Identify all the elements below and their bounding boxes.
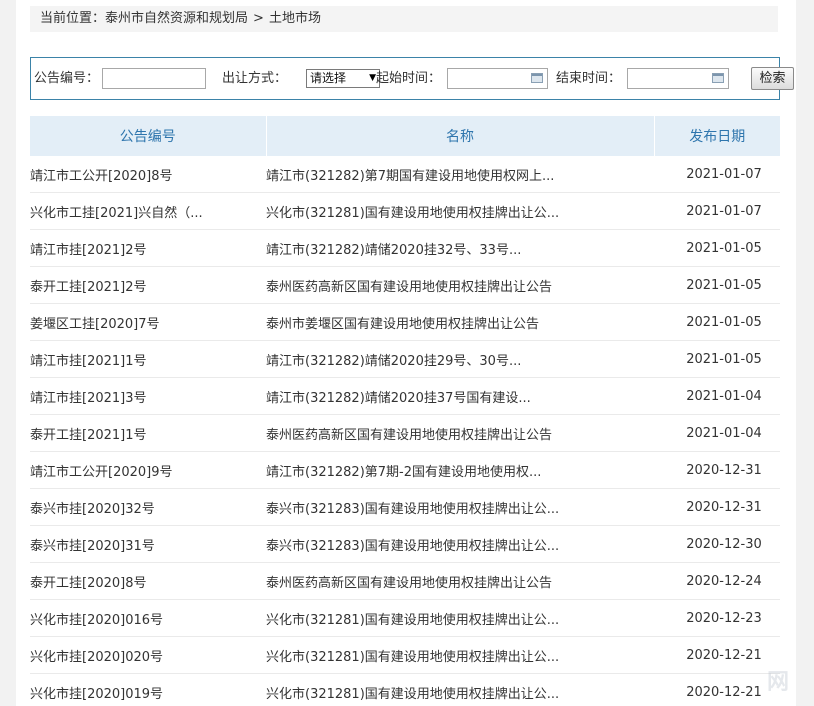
table-row[interactable]: 兴化市挂[2020]016号 兴化市(321281)国有建设用地使用权挂牌出让公.… (30, 599, 780, 637)
notice-no-cell: 泰开工挂[2021]1号 (30, 414, 266, 452)
table-row[interactable]: 姜堰区工挂[2020]7号 泰州市姜堰区国有建设用地使用权挂牌出让公告 2021-0… (30, 303, 780, 341)
notice-title-link[interactable]: 泰州市姜堰区国有建设用地使用权挂牌出让公告 (266, 303, 654, 341)
table-row[interactable]: 泰开工挂[2020]8号 泰州医药高新区国有建设用地使用权挂牌出让公告 2020-1… (30, 562, 780, 600)
publish-date-cell: 2020-12-21 (654, 636, 780, 674)
notice-no-cell: 靖江市工公开[2020]9号 (30, 451, 266, 489)
publish-date-cell: 2020-12-31 (654, 451, 780, 489)
table-row[interactable]: 靖江市挂[2021]1号 靖江市(321282)靖储2020挂29号、30号...… (30, 340, 780, 378)
start-time-label: 起始时间： (376, 71, 442, 86)
table-row[interactable]: 靖江市挂[2021]3号 靖江市(321282)靖储2020挂37号国有建设...… (30, 377, 780, 415)
publish-date-cell: 2021-01-05 (654, 229, 780, 267)
notice-no-label: 公告编号： (34, 71, 100, 86)
breadcrumb-link-bureau[interactable]: 泰州市自然资源和规划局 (105, 11, 248, 26)
notice-title-link[interactable]: 靖江市(321282)靖储2020挂29号、30号... (266, 340, 654, 378)
notice-no-cell: 泰开工挂[2021]2号 (30, 266, 266, 304)
notice-no-cell: 靖江市工公开[2020]8号 (30, 156, 266, 193)
publish-date-cell: 2021-01-07 (654, 156, 780, 193)
publish-date-cell: 2020-12-23 (654, 599, 780, 637)
notice-title-link[interactable]: 泰兴市(321283)国有建设用地使用权挂牌出让公... (266, 488, 654, 526)
calendar-icon[interactable] (712, 73, 724, 83)
notice-title-link[interactable]: 靖江市(321282)靖储2020挂32号、33号... (266, 229, 654, 267)
table-row[interactable]: 泰开工挂[2021]2号 泰州医药高新区国有建设用地使用权挂牌出让公告 2021-0… (30, 266, 780, 304)
start-time-field[interactable] (447, 68, 548, 89)
transfer-method-label: 出让方式： (222, 71, 288, 86)
breadcrumb-separator: > (253, 11, 264, 26)
notice-no-cell: 姜堰区工挂[2020]7号 (30, 303, 266, 341)
notice-no-cell: 兴化市挂[2020]019号 (30, 673, 266, 706)
publish-date-cell: 2021-01-04 (654, 414, 780, 452)
notice-title-link[interactable]: 泰兴市(321283)国有建设用地使用权挂牌出让公... (266, 525, 654, 563)
notice-title-link[interactable]: 靖江市(321282)靖储2020挂37号国有建设... (266, 377, 654, 415)
notice-title-link[interactable]: 泰州医药高新区国有建设用地使用权挂牌出让公告 (266, 414, 654, 452)
notice-title-link[interactable]: 兴化市(321281)国有建设用地使用权挂牌出让公... (266, 599, 654, 637)
breadcrumb-link-land-market[interactable]: 土地市场 (269, 11, 321, 26)
breadcrumb-prefix: 当前位置： (40, 11, 106, 26)
publish-date-cell: 2020-12-24 (654, 562, 780, 600)
publish-date-cell: 2021-01-05 (654, 303, 780, 341)
notice-no-cell: 兴化市挂[2020]020号 (30, 636, 266, 674)
notice-title-link[interactable]: 兴化市(321281)国有建设用地使用权挂牌出让公... (266, 673, 654, 706)
table-row[interactable]: 泰开工挂[2021]1号 泰州医药高新区国有建设用地使用权挂牌出让公告 2021-0… (30, 414, 780, 452)
breadcrumb: 当前位置：泰州市自然资源和规划局 > 土地市场 (30, 6, 778, 32)
publish-date-cell: 2021-01-07 (654, 192, 780, 230)
table-row[interactable]: 靖江市工公开[2020]8号 靖江市(321282)第7期国有建设用地使用权网上.… (30, 156, 780, 193)
publish-date-cell: 2021-01-05 (654, 340, 780, 378)
publish-date-cell: 2021-01-04 (654, 377, 780, 415)
publish-date-cell: 2020-12-30 (654, 525, 780, 563)
search-form: 公告编号： 出让方式： 请选择 ▼ 起始时间： 结束时间： 检索 (30, 57, 794, 100)
watermark: 网 (766, 670, 790, 695)
table-row[interactable]: 兴化市挂[2020]019号 兴化市(321281)国有建设用地使用权挂牌出让公.… (30, 673, 780, 706)
notice-title-link[interactable]: 靖江市(321282)第7期-2国有建设用地使用权... (266, 451, 654, 489)
calendar-icon[interactable] (531, 73, 543, 83)
search-button[interactable]: 检索 (751, 67, 794, 90)
column-header-date: 发布日期 (653, 116, 780, 156)
column-header-name: 名称 (265, 116, 654, 156)
dropdown-arrow-icon: ▼ (369, 73, 376, 83)
notice-no-cell: 兴化市工挂[2021]兴自然（... (30, 192, 266, 230)
notice-title-link[interactable]: 兴化市(321281)国有建设用地使用权挂牌出让公... (266, 192, 654, 230)
table-row[interactable]: 兴化市工挂[2021]兴自然（... 兴化市(321281)国有建设用地使用权挂牌… (30, 192, 780, 230)
transfer-method-selected: 请选择 (310, 71, 347, 85)
table-row[interactable]: 兴化市挂[2020]020号 兴化市(321281)国有建设用地使用权挂牌出让公.… (30, 636, 780, 674)
notice-no-cell: 泰开工挂[2020]8号 (30, 562, 266, 600)
transfer-method-select[interactable]: 请选择 ▼ (306, 69, 380, 88)
end-time-label: 结束时间： (556, 71, 622, 86)
page-content: 当前位置：泰州市自然资源和规划局 > 土地市场 公告编号： 出让方式： 请选择 ▼ … (16, 0, 796, 706)
table-row[interactable]: 靖江市工公开[2020]9号 靖江市(321282)第7期-2国有建设用地使用权.… (30, 451, 780, 489)
notice-title-link[interactable]: 兴化市(321281)国有建设用地使用权挂牌出让公... (266, 636, 654, 674)
land-market-table: 公告编号 名称 发布日期 靖江市工公开[2020]8号 靖江市(321282)第7… (30, 116, 780, 706)
notice-no-cell: 靖江市挂[2021]3号 (30, 377, 266, 415)
notice-no-cell: 泰兴市挂[2020]31号 (30, 525, 266, 563)
notice-no-input[interactable] (102, 68, 206, 89)
notice-title-link[interactable]: 泰州医药高新区国有建设用地使用权挂牌出让公告 (266, 562, 654, 600)
column-header-notice-no: 公告编号 (30, 116, 266, 156)
notice-title-link[interactable]: 泰州医药高新区国有建设用地使用权挂牌出让公告 (266, 266, 654, 304)
notice-title-link[interactable]: 靖江市(321282)第7期国有建设用地使用权网上... (266, 156, 654, 193)
publish-date-cell: 2020-12-21 (654, 673, 780, 706)
notice-no-cell: 泰兴市挂[2020]32号 (30, 488, 266, 526)
notice-no-cell: 靖江市挂[2021]2号 (30, 229, 266, 267)
end-time-field[interactable] (627, 68, 729, 89)
notice-no-cell: 靖江市挂[2021]1号 (30, 340, 266, 378)
table-header-row: 公告编号 名称 发布日期 (30, 116, 780, 156)
notice-no-cell: 兴化市挂[2020]016号 (30, 599, 266, 637)
publish-date-cell: 2021-01-05 (654, 266, 780, 304)
table-row[interactable]: 泰兴市挂[2020]32号 泰兴市(321283)国有建设用地使用权挂牌出让公..… (30, 488, 780, 526)
table-row[interactable]: 泰兴市挂[2020]31号 泰兴市(321283)国有建设用地使用权挂牌出让公..… (30, 525, 780, 563)
publish-date-cell: 2020-12-31 (654, 488, 780, 526)
table-row[interactable]: 靖江市挂[2021]2号 靖江市(321282)靖储2020挂32号、33号...… (30, 229, 780, 267)
